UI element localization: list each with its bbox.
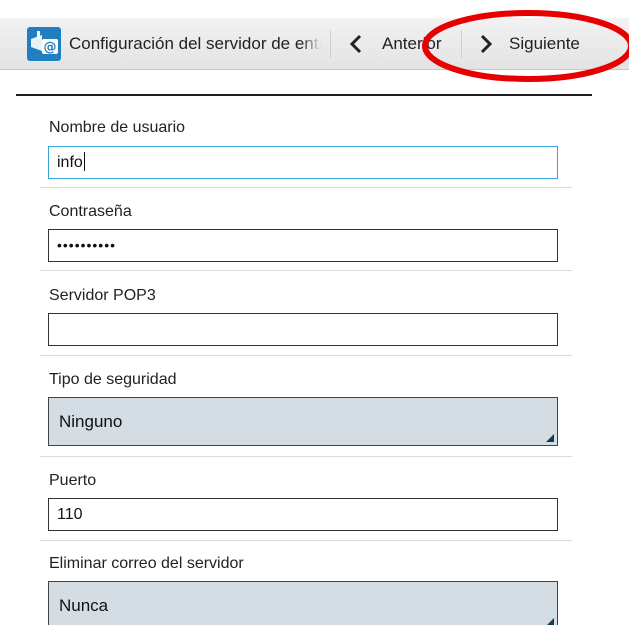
password-value: •••••••••• <box>57 237 117 253</box>
svg-text:@: @ <box>44 40 57 55</box>
delete-label: Eliminar correo del servidor <box>49 555 244 572</box>
divider <box>40 540 572 541</box>
dropdown-corner-icon <box>546 618 554 625</box>
password-label: Contraseña <box>49 203 132 220</box>
delete-policy-spinner[interactable]: Nunca <box>48 581 558 625</box>
email-settings-icon[interactable]: @ <box>27 27 61 61</box>
dropdown-corner-icon <box>546 434 554 442</box>
divider <box>40 355 572 356</box>
port-value: 110 <box>57 506 83 523</box>
pop3-server-field[interactable] <box>48 313 558 346</box>
next-button[interactable]: Siguiente <box>462 18 622 70</box>
previous-label: Anterior <box>382 34 442 53</box>
security-value: Ninguno <box>59 412 123 431</box>
security-type-spinner[interactable]: Ninguno <box>48 397 558 446</box>
divider <box>40 456 572 457</box>
next-label: Siguiente <box>509 34 580 53</box>
divider <box>16 94 592 96</box>
chevron-left-icon <box>349 34 362 54</box>
username-value: info <box>57 154 83 171</box>
divider <box>40 187 572 188</box>
password-field[interactable]: •••••••••• <box>48 229 558 262</box>
text-cursor <box>83 152 85 171</box>
delete-value: Nunca <box>59 596 109 615</box>
username-field[interactable]: info <box>48 146 558 179</box>
divider <box>40 270 572 271</box>
page-title: Configuración del servidor de entrada <box>69 34 321 53</box>
chevron-right-icon <box>480 34 493 54</box>
previous-button[interactable]: Anterior <box>331 18 461 70</box>
account-setup-screen: @ Configuración del servidor de entrada … <box>0 0 629 625</box>
username-label: Nombre de usuario <box>49 119 186 136</box>
action-bar: @ Configuración del servidor de entrada … <box>0 18 629 70</box>
security-label: Tipo de seguridad <box>49 371 177 388</box>
server-label: Servidor POP3 <box>49 287 156 304</box>
port-label: Puerto <box>49 472 97 489</box>
port-field[interactable]: 110 <box>48 498 558 531</box>
